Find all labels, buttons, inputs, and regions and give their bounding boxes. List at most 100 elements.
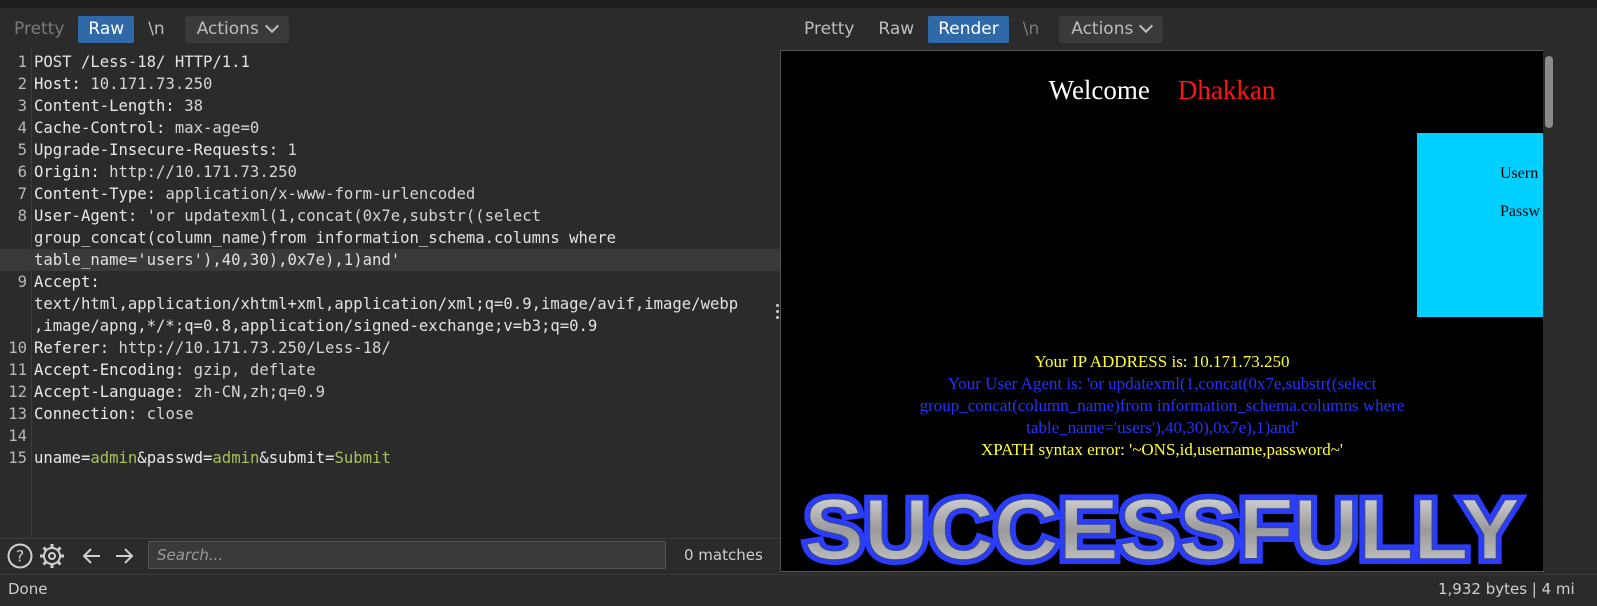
line-content: text/html,application/xhtml+xml,applicat… — [34, 295, 739, 313]
help-icon[interactable]: ? — [6, 542, 34, 570]
response-tabbar: Pretty Raw Render \n Actions — [790, 8, 1597, 50]
header-value: gzip, deflate — [184, 361, 316, 379]
line-number: 5 — [17, 141, 27, 159]
scrollbar-thumb[interactable] — [1545, 56, 1553, 128]
header-name: Connection: — [34, 405, 138, 423]
search-input[interactable] — [148, 541, 666, 569]
render-scrollbar[interactable] — [1543, 50, 1555, 570]
header-name: Cache-Control: — [34, 119, 166, 137]
request-tab-newline[interactable]: \n — [138, 16, 175, 43]
line-number: 4 — [17, 119, 27, 137]
response-actions-button[interactable]: Actions — [1059, 15, 1164, 43]
param-name: uname — [34, 449, 81, 467]
line-content: Connection: close — [34, 403, 194, 425]
param-value: Submit — [334, 449, 391, 467]
login-form-box: Usern Passw — [1417, 133, 1543, 317]
request-line[interactable]: table_name='users'),40,30),0x7e),1)and' — [0, 249, 780, 271]
search-bar: ? 0 matches — [0, 538, 790, 575]
request-tab-raw[interactable]: Raw — [78, 15, 135, 43]
user-agent-line-1: Your User Agent is: 'or updatexml(1,conc… — [947, 374, 1377, 393]
request-line[interactable]: 8 User-Agent: 'or updatexml(1,concat(0x7e… — [0, 205, 780, 227]
line-number: 10 — [8, 339, 27, 357]
line-content: POST /Less-18/ HTTP/1.1 — [34, 53, 250, 71]
param-value: admin — [90, 449, 138, 467]
successfully-text: SUCCESSFULLY — [804, 487, 1520, 569]
header-value: 38 — [174, 97, 203, 115]
welcome-name: Dhakkan — [1177, 75, 1276, 105]
header-name: Accept-Encoding: — [34, 361, 185, 379]
request-line[interactable]: 6 Origin: http://10.171.73.250 — [0, 161, 780, 183]
line-content: ,image/apng,*/*;q=0.8,application/signed… — [34, 317, 598, 335]
line-number: 1 — [17, 53, 27, 71]
password-label: Passw — [1500, 203, 1541, 220]
request-line[interactable]: 11 Accept-Encoding: gzip, deflate — [0, 359, 780, 381]
header-value: 'or updatexml(1,concat(0x7e,substr((sele… — [137, 207, 541, 225]
header-name: Origin: — [34, 163, 100, 181]
request-line[interactable]: 7 Content-Type: application/x-www-form-ur… — [0, 183, 780, 205]
render-view: Welcome Dhakkan Usern Passw Your IP ADDRE… — [780, 50, 1544, 572]
line-content: Accept-Language: zh-CN,zh;q=0.9 — [34, 381, 325, 403]
request-line[interactable]: 13 Connection: close — [0, 403, 780, 425]
request-line[interactable]: 10 Referer: http://10.171.73.250/Less-18/ — [0, 337, 780, 359]
welcome-heading: Welcome Dhakkan — [781, 75, 1543, 106]
header-value: 1 — [278, 141, 297, 159]
line-number: 13 — [8, 405, 27, 423]
user-agent-line-3: table_name='users'),40,30),0x7e),1)and' — [1026, 418, 1298, 437]
request-line[interactable]: 2 Host: 10.171.73.250 — [0, 73, 780, 95]
user-agent-line-2: group_concat(column_name)from informatio… — [919, 396, 1405, 415]
line-number: 2 — [17, 75, 27, 93]
request-actions-button[interactable]: Actions — [184, 15, 289, 43]
header-name: Accept-Language: — [34, 383, 185, 401]
svg-text:?: ? — [16, 547, 25, 566]
response-tab-pretty[interactable]: Pretty — [794, 16, 864, 43]
ip-address-text: Your IP ADDRESS is: 10.171.73.250 — [1034, 352, 1290, 371]
request-line[interactable]: 9 Accept: — [0, 271, 780, 293]
request-line[interactable]: 15 uname=admin&passwd=admin&submit=Submit — [0, 447, 780, 469]
header-name: User-Agent: — [34, 207, 138, 225]
gear-icon[interactable] — [38, 542, 66, 570]
line-number: 6 — [17, 163, 27, 181]
request-actions-label: Actions — [196, 18, 259, 39]
response-tab-newline[interactable]: \n — [1013, 16, 1050, 43]
header-value: application/x-www-form-urlencoded — [156, 185, 476, 203]
param-name: passwd — [146, 449, 204, 467]
line-content: Content-Length: 38 — [34, 95, 203, 117]
request-line[interactable]: 5 Upgrade-Insecure-Requests: 1 — [0, 139, 780, 161]
response-size: 1,932 bytes | 4 mi — [1438, 580, 1575, 598]
request-editor[interactable]: 1 POST /Less-18/ HTTP/1.1 2 Host: 10.171.73… — [0, 50, 791, 538]
line-content: Cache-Control: max-age=0 — [34, 117, 259, 139]
request-line[interactable]: group_concat(column_name)from informatio… — [0, 227, 780, 249]
request-line[interactable]: ,image/apng,*/*;q=0.8,application/signed… — [0, 315, 780, 337]
line-number: 8 — [17, 207, 27, 225]
header-name: Upgrade-Insecure-Requests: — [34, 141, 279, 159]
line-number: 11 — [8, 361, 27, 379]
header-value: http://10.171.73.250/Less-18/ — [109, 339, 391, 357]
arrow-left-icon[interactable] — [78, 542, 106, 570]
line-content: Host: 10.171.73.250 — [34, 73, 212, 95]
line-number: 7 — [17, 185, 27, 203]
header-value: 10.171.73.250 — [80, 75, 213, 93]
response-tab-render[interactable]: Render — [928, 15, 1009, 43]
header-name: Content-Type: — [34, 185, 157, 203]
request-line[interactable]: text/html,application/xhtml+xml,applicat… — [0, 293, 780, 315]
request-line[interactable]: 14 — [0, 425, 780, 447]
line-content: Content-Type: application/x-www-form-url… — [34, 183, 475, 205]
line-content: table_name='users'),40,30),0x7e),1)and' — [34, 251, 401, 269]
line-number: 12 — [8, 383, 27, 401]
line-content: Origin: http://10.171.73.250 — [34, 161, 297, 183]
line-content: uname=admin&passwd=admin&submit=Submit — [34, 449, 391, 467]
line-number: 3 — [17, 97, 27, 115]
arrow-right-icon[interactable] — [110, 542, 138, 570]
line-content: Accept: — [34, 271, 100, 293]
request-line[interactable]: 3 Content-Length: 38 — [0, 95, 780, 117]
request-line[interactable]: 1 POST /Less-18/ HTTP/1.1 — [0, 51, 780, 73]
request-line[interactable]: 12 Accept-Language: zh-CN,zh;q=0.9 — [0, 381, 780, 403]
line-content: group_concat(column_name)from informatio… — [34, 229, 617, 247]
line-content: Accept-Encoding: gzip, deflate — [34, 359, 316, 381]
header-value: max-age=0 — [165, 119, 260, 137]
header-value: close — [137, 405, 194, 423]
chevron-down-icon — [1139, 18, 1154, 33]
request-tab-pretty[interactable]: Pretty — [4, 16, 74, 43]
request-line[interactable]: 4 Cache-Control: max-age=0 — [0, 117, 780, 139]
response-tab-raw[interactable]: Raw — [868, 16, 924, 43]
